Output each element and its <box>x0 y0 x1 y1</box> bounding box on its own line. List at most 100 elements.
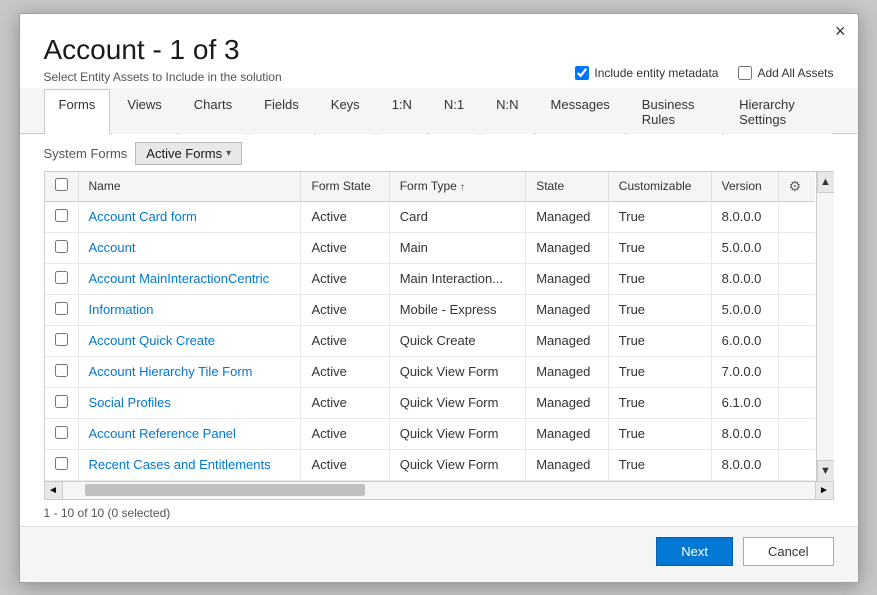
tab-business-rules[interactable]: Business Rules <box>627 89 722 134</box>
row-version: 7.0.0.0 <box>711 356 778 387</box>
row-name-link[interactable]: Account Reference Panel <box>89 426 236 441</box>
row-form-type: Main Interaction... <box>389 263 526 294</box>
row-form-type: Quick Create <box>389 325 526 356</box>
include-entity-metadata-option[interactable]: Include entity metadata <box>575 66 718 80</box>
row-name-cell: Account MainInteractionCentric <box>78 263 301 294</box>
scroll-left-button[interactable]: ◄ <box>45 482 63 500</box>
row-settings-cell <box>778 387 814 418</box>
tab-views[interactable]: Views <box>112 89 176 134</box>
tab-forms[interactable]: Forms <box>44 89 111 134</box>
row-checkbox[interactable] <box>55 364 68 377</box>
row-customizable: True <box>608 201 711 232</box>
row-version: 6.0.0.0 <box>711 325 778 356</box>
row-checkbox[interactable] <box>55 302 68 315</box>
row-customizable: True <box>608 263 711 294</box>
column-header-settings[interactable]: ⚙ <box>778 172 814 202</box>
row-customizable: True <box>608 418 711 449</box>
row-name-cell: Account <box>78 232 301 263</box>
row-form-state: Active <box>301 201 389 232</box>
row-name-link[interactable]: Account Hierarchy Tile Form <box>89 364 253 379</box>
add-all-assets-label: Add All Assets <box>757 66 833 80</box>
column-header-version[interactable]: Version <box>711 172 778 202</box>
tab-n-n[interactable]: N:N <box>481 89 533 134</box>
tab-messages[interactable]: Messages <box>536 89 625 134</box>
scroll-down-button[interactable]: ▼ <box>817 460 834 482</box>
column-header-customizable[interactable]: Customizable <box>608 172 711 202</box>
row-checkbox-cell <box>45 263 79 294</box>
row-state: Managed <box>526 294 609 325</box>
table-row: Account Hierarchy Tile FormActiveQuick V… <box>45 356 815 387</box>
row-version: 8.0.0.0 <box>711 263 778 294</box>
include-entity-metadata-checkbox[interactable] <box>575 66 589 80</box>
scroll-right-button[interactable]: ► <box>815 482 833 500</box>
dialog-options: Include entity metadata Add All Assets <box>20 66 858 80</box>
row-form-state: Active <box>301 263 389 294</box>
tab-keys[interactable]: Keys <box>316 89 375 134</box>
row-checkbox[interactable] <box>55 209 68 222</box>
row-name-link[interactable]: Account <box>89 240 136 255</box>
column-header-name[interactable]: Name <box>78 172 301 202</box>
row-form-state: Active <box>301 325 389 356</box>
table-row: Social ProfilesActiveQuick View FormMana… <box>45 387 815 418</box>
row-name-link[interactable]: Account Quick Create <box>89 333 215 348</box>
table-row: Recent Cases and Entitlements ActiveQuick… <box>45 449 815 480</box>
horizontal-scroll-thumb[interactable] <box>85 484 365 496</box>
tab-charts[interactable]: Charts <box>179 89 247 134</box>
row-state: Managed <box>526 325 609 356</box>
next-button[interactable]: Next <box>656 537 733 566</box>
row-form-state: Active <box>301 418 389 449</box>
row-settings-cell <box>778 232 814 263</box>
horizontal-scrollbar[interactable]: ◄ ► <box>44 482 834 500</box>
column-header-form_state[interactable]: Form State <box>301 172 389 202</box>
active-forms-dropdown[interactable]: Active Forms ▾ <box>135 142 242 165</box>
row-customizable: True <box>608 449 711 480</box>
scroll-up-button[interactable]: ▲ <box>817 171 834 193</box>
row-form-state: Active <box>301 294 389 325</box>
tab-n-1[interactable]: N:1 <box>429 89 479 134</box>
row-name-link[interactable]: Account Card form <box>89 209 197 224</box>
row-name-cell: Recent Cases and Entitlements <box>78 449 301 480</box>
dialog-footer: Next Cancel <box>20 526 858 582</box>
row-name-link[interactable]: Account MainInteractionCentric <box>89 271 270 286</box>
row-checkbox-cell <box>45 449 79 480</box>
tab-fields[interactable]: Fields <box>249 89 314 134</box>
table-row: AccountActiveMainManagedTrue5.0.0.0 <box>45 232 815 263</box>
row-checkbox[interactable] <box>55 426 68 439</box>
row-customizable: True <box>608 325 711 356</box>
active-forms-chevron: ▾ <box>226 148 231 159</box>
row-checkbox[interactable] <box>55 333 68 346</box>
row-name-link[interactable]: Recent Cases and Entitlements <box>89 457 271 472</box>
close-button[interactable]: × <box>835 22 846 40</box>
row-checkbox[interactable] <box>55 395 68 408</box>
row-name-cell: Account Quick Create <box>78 325 301 356</box>
cancel-button[interactable]: Cancel <box>743 537 833 566</box>
sort-icon-form_type: ↑ <box>460 182 465 193</box>
row-settings-cell <box>778 325 814 356</box>
row-checkbox[interactable] <box>55 271 68 284</box>
row-form-type: Quick View Form <box>389 449 526 480</box>
row-form-state: Active <box>301 232 389 263</box>
row-state: Managed <box>526 387 609 418</box>
row-settings-cell <box>778 263 814 294</box>
row-version: 8.0.0.0 <box>711 449 778 480</box>
column-header-state[interactable]: State <box>526 172 609 202</box>
row-checkbox-cell <box>45 387 79 418</box>
row-name-link[interactable]: Social Profiles <box>89 395 171 410</box>
include-entity-metadata-label: Include entity metadata <box>594 66 718 80</box>
row-state: Managed <box>526 449 609 480</box>
column-header-form_type[interactable]: Form Type↑ <box>389 172 526 202</box>
row-state: Managed <box>526 263 609 294</box>
row-checkbox[interactable] <box>55 457 68 470</box>
tab-hierarchy-settings[interactable]: Hierarchy Settings <box>724 89 831 134</box>
select-all-checkbox[interactable] <box>55 178 68 191</box>
row-settings-cell <box>778 449 814 480</box>
row-checkbox-cell <box>45 294 79 325</box>
row-checkbox[interactable] <box>55 240 68 253</box>
add-all-assets-option[interactable]: Add All Assets <box>738 66 833 80</box>
tab-1-n[interactable]: 1:N <box>377 89 427 134</box>
row-form-state: Active <box>301 449 389 480</box>
row-customizable: True <box>608 232 711 263</box>
row-checkbox-cell <box>45 356 79 387</box>
add-all-assets-checkbox[interactable] <box>738 66 752 80</box>
row-name-link[interactable]: Information <box>89 302 154 317</box>
